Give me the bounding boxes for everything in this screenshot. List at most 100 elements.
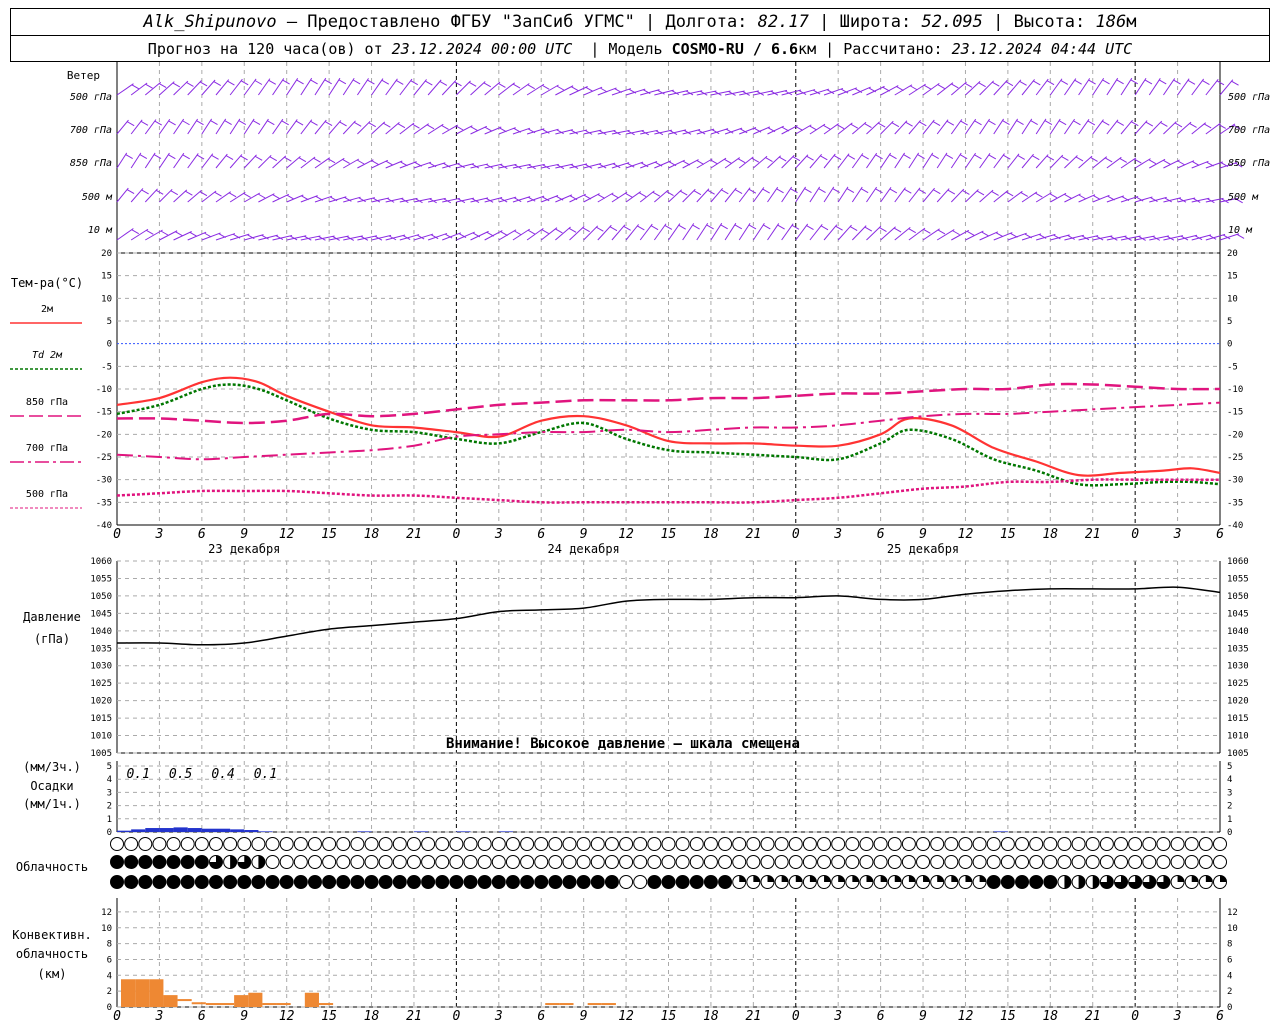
cloud-cover-mark	[307, 837, 322, 851]
wind-barb-feather	[976, 190, 985, 196]
bottom-hour-tick-label: 3	[833, 1009, 842, 1024]
wind-barb-feather	[724, 158, 732, 164]
cloud-cover-mark	[887, 855, 902, 869]
wind-barb-feather	[1035, 192, 1043, 198]
cloud-cover-mark	[124, 837, 139, 851]
wind-barb-feather	[748, 224, 757, 230]
cloud-cover-mark	[689, 837, 704, 851]
conv-ytick: 2	[107, 987, 112, 997]
wind-barb	[738, 156, 754, 169]
cloud-cover-mark	[1015, 855, 1030, 869]
cloud-cover-mark	[279, 875, 294, 889]
wind-barb-feather	[214, 191, 222, 197]
cloud-cover-mark	[1099, 837, 1114, 851]
cloud-cover-fill	[1205, 875, 1213, 882]
wind-barb	[781, 223, 794, 241]
wind-barb-feather	[168, 120, 176, 126]
cloud-cover-mark	[265, 875, 280, 889]
wind-barb	[371, 121, 386, 135]
wind-barb	[456, 80, 471, 96]
conv-bar	[248, 992, 263, 1007]
cloud-cover-mark	[972, 837, 987, 851]
cloud-cover-mark	[661, 837, 676, 851]
cloud-cover-mark	[307, 855, 322, 869]
temp-ytick: -25	[96, 453, 112, 463]
bottom-hour-tick-label: 0	[1131, 1009, 1139, 1024]
cloud-cover-mark	[944, 855, 959, 869]
wind-barb	[144, 81, 162, 96]
conv-ytick: 10	[101, 924, 112, 934]
wind-barb	[611, 224, 626, 241]
wind-barb	[639, 190, 655, 203]
cloud-cover-mark	[1170, 855, 1185, 869]
wind-barb-feather	[141, 189, 149, 195]
conv-bar	[318, 1003, 334, 1006]
wind-barb-feather	[356, 159, 365, 165]
wind-barb	[187, 153, 199, 169]
wind-barb	[1021, 153, 1034, 169]
cloud-cover-fill	[824, 875, 831, 882]
wind-barb-feather	[338, 79, 347, 85]
wind-barb	[668, 189, 683, 203]
cloud-cover-mark	[1198, 837, 1213, 851]
temp-title: Тем-ра(°C)	[11, 276, 83, 290]
cloud-cover-mark	[901, 837, 916, 851]
pressure-ytick: 1025	[90, 679, 112, 689]
cloud-cover-fill	[1092, 875, 1100, 889]
wind-barb-feather	[974, 154, 982, 160]
cloud-cover-mark	[873, 855, 888, 869]
wind-barb-feather	[988, 120, 996, 126]
precip-bar	[258, 831, 273, 832]
cloud-cover-mark	[463, 855, 478, 869]
precip-title: Осадки	[30, 779, 73, 793]
precip-bar	[173, 827, 188, 832]
temp-legend-label: 2м	[41, 304, 53, 315]
cloud-cover-fill	[1191, 875, 1199, 882]
wind-barb-feather	[776, 188, 784, 194]
hour-tick-label: 9	[919, 527, 927, 542]
wind-barb	[144, 152, 156, 169]
cloud-cover-mark	[336, 837, 351, 851]
wind-barb	[894, 120, 908, 135]
cloud-cover-mark	[421, 837, 436, 851]
wind-barb	[314, 77, 327, 96]
wind-barb-feather	[272, 194, 280, 200]
wind-barb	[654, 189, 669, 203]
hour-tick-label: 3	[494, 527, 503, 542]
wind-barb-feather	[1002, 120, 1010, 126]
wind-barb-feather	[1003, 154, 1011, 160]
wind-barb-feather	[353, 121, 362, 127]
bottom-hour-tick-label: 6	[537, 1009, 545, 1024]
hour-tick-label: 3	[155, 527, 164, 542]
wind-barb-feather	[923, 84, 932, 90]
temp-ytick-right: 15	[1227, 272, 1238, 282]
wind-barb	[456, 125, 473, 135]
wind-barb-feather	[227, 80, 235, 86]
wind-barb-feather	[889, 154, 897, 160]
cloud-cover-mark	[1213, 855, 1227, 869]
wind-barb-feather	[679, 190, 688, 196]
temp-ytick-right: -20	[1227, 430, 1243, 440]
cloud-cover-mark	[520, 837, 535, 851]
wind-barb	[1007, 118, 1019, 135]
cloud-cover-mark	[251, 875, 266, 889]
wind-barb-feather	[1005, 81, 1014, 87]
wind-barb	[427, 79, 442, 96]
wind-barb-feather	[734, 189, 743, 194]
cloud-cover-mark	[633, 837, 648, 851]
wind-barb	[540, 227, 558, 241]
wind-barb-feather	[199, 81, 208, 87]
cloud-cover-mark	[406, 855, 421, 869]
wind-barb-feather	[951, 83, 959, 89]
wind-barb	[851, 153, 864, 169]
cloud-cover-mark	[746, 855, 761, 869]
cloud-cover-fill	[894, 875, 902, 882]
wind-barb-feather	[1148, 159, 1157, 165]
precip-bar	[131, 829, 146, 832]
wind-barb-feather	[1064, 193, 1072, 199]
wind-barb-feather	[286, 194, 295, 200]
wind-barb-feather	[710, 159, 718, 165]
wind-barb-feather	[441, 124, 449, 130]
cloud-cover-mark	[548, 855, 563, 869]
wind-barb	[1049, 118, 1061, 135]
